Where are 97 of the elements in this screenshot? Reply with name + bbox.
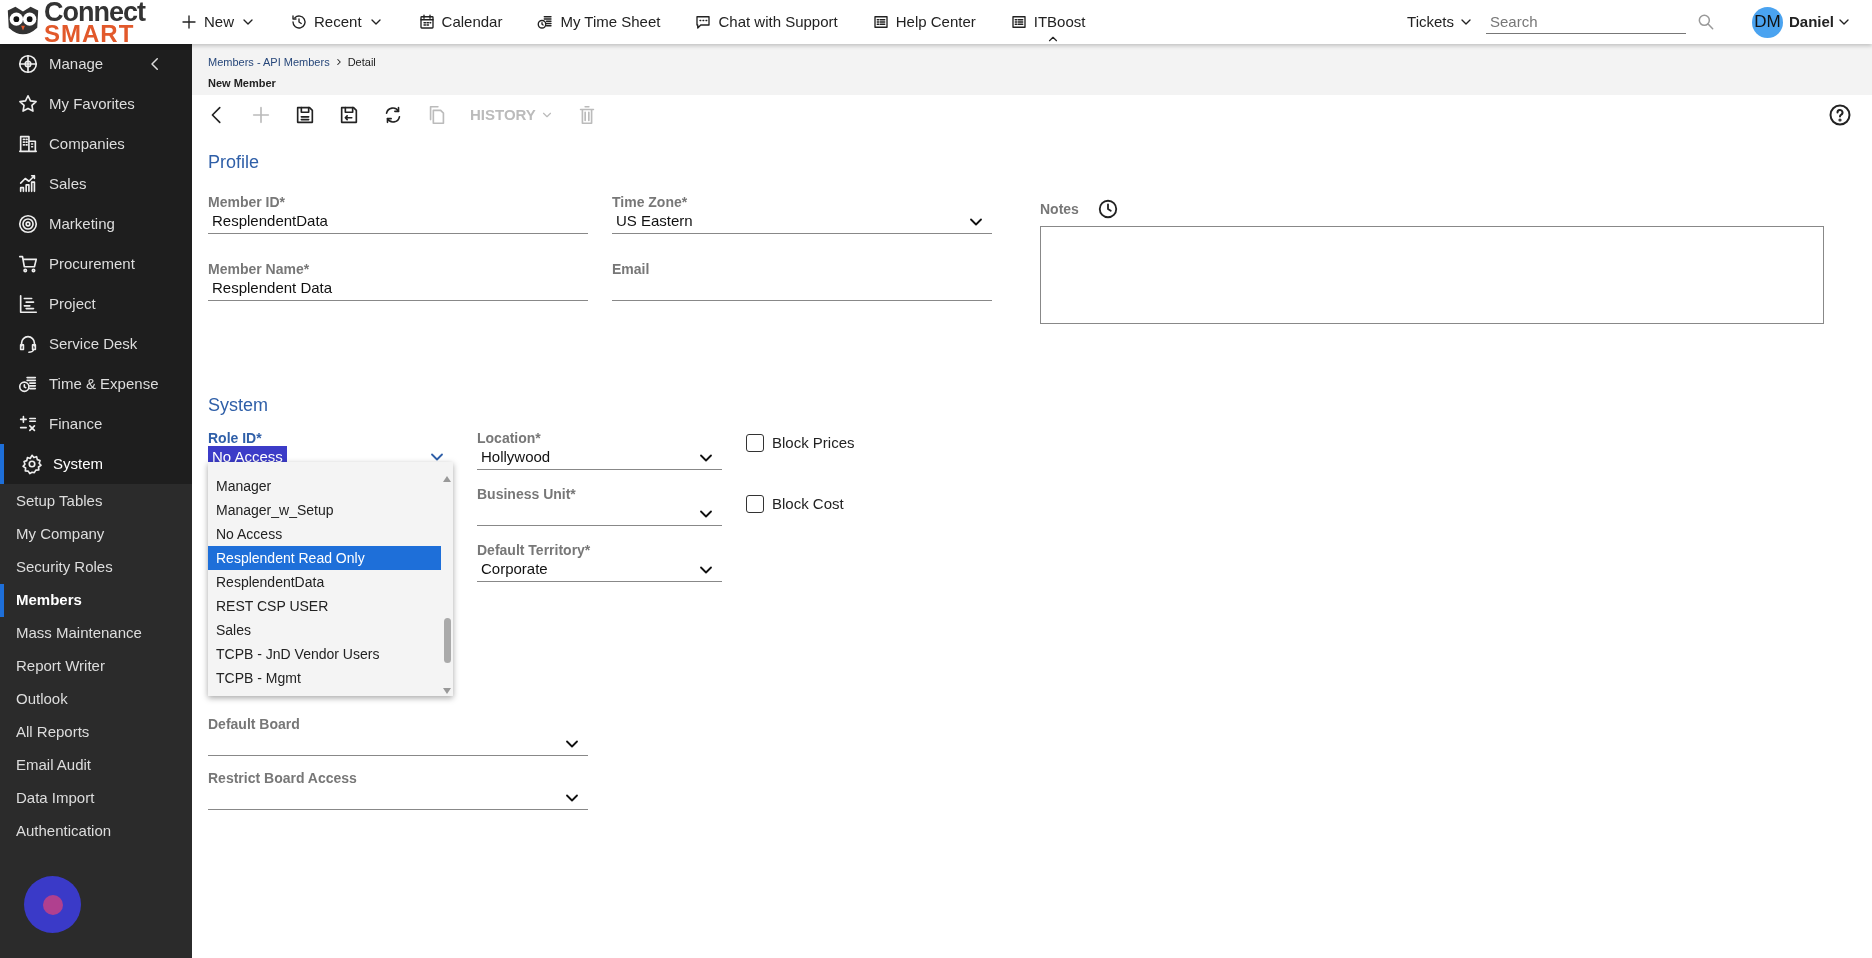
field-label: Notes <box>1040 199 1079 219</box>
scroll-up-icon <box>443 476 451 482</box>
select-field[interactable]: Corporate <box>477 558 722 582</box>
search-button[interactable] <box>1696 12 1716 32</box>
field-label: Restrict Board Access <box>208 769 358 786</box>
cart-icon <box>17 253 39 275</box>
sidebar-item[interactable]: Marketing <box>0 204 192 244</box>
sidebar-item[interactable]: Finance <box>0 404 192 444</box>
user-menu[interactable]: Daniel <box>1789 10 1852 34</box>
chat-icon <box>694 13 713 31</box>
save-close-icon <box>338 104 360 126</box>
sidebar-item[interactable]: System <box>0 444 192 484</box>
dropdown-option[interactable]: Sales <box>208 618 441 642</box>
building-icon <box>17 133 39 155</box>
dropdown-option[interactable]: Manager_w_Setup <box>208 498 441 522</box>
sidebar-subitem[interactable]: Data Import <box>0 782 192 815</box>
breadcrumb-link[interactable]: Members - API Members <box>208 54 330 71</box>
checkbox-label: Block Cost <box>772 493 844 514</box>
compass-icon <box>17 53 39 75</box>
sidebar-subitem[interactable]: Outlook <box>0 683 192 716</box>
sidebar-subitem[interactable]: Setup Tables <box>0 485 192 518</box>
plus-icon <box>250 104 272 126</box>
notes-field[interactable] <box>1040 226 1824 324</box>
section-heading: System <box>208 394 269 417</box>
nav-menu-item[interactable]: Recent <box>280 0 394 44</box>
nav-menu-item[interactable]: My Time Sheet <box>526 0 671 44</box>
list-icon <box>1009 13 1028 31</box>
clock-icon <box>1096 198 1119 220</box>
section-heading: Profile <box>208 151 261 174</box>
sidebar-subitem[interactable]: Members <box>0 584 192 617</box>
search-icon <box>1696 12 1716 32</box>
dropdown-option[interactable]: ResplendentData <box>208 570 441 594</box>
dropdown-option[interactable]: TCPB - JnD Vendor Users <box>208 642 441 666</box>
sidebar-item[interactable]: Time & Expense <box>0 364 192 404</box>
sidebar-item[interactable]: Service Desk <box>0 324 192 364</box>
checkbox-label: Block Prices <box>772 433 855 453</box>
sidebar-subitem[interactable]: All Reports <box>0 716 192 749</box>
sidebar-subitem[interactable]: My Company <box>0 518 192 551</box>
field-label: Member Name* <box>208 260 311 277</box>
nav-menu-item[interactable]: New <box>170 0 266 44</box>
avatar: DM <box>1752 6 1783 38</box>
nav-menu-item[interactable]: Calendar <box>407 0 513 44</box>
page-title: New Member <box>208 75 277 91</box>
sidebar-subitem[interactable]: Report Writer <box>0 650 192 683</box>
dropdown-option[interactable]: REST CSP USER <box>208 594 441 618</box>
floating-button[interactable] <box>24 876 81 933</box>
search-field[interactable]: Search <box>1486 10 1686 34</box>
nav-menu-item[interactable]: Chat with Support <box>684 0 848 44</box>
tickets-menu[interactable]: Tickets <box>1407 10 1474 34</box>
headset-icon <box>17 333 39 355</box>
plus-icon <box>180 13 198 31</box>
sidebar-item[interactable]: Companies <box>0 124 192 164</box>
calendar-icon <box>417 13 436 31</box>
sidebar-subitem[interactable]: Security Roles <box>0 551 192 584</box>
breadcrumb-current: Detail <box>347 55 376 70</box>
input-field[interactable]: ResplendentData <box>208 210 588 234</box>
save-icon <box>294 104 316 126</box>
dropdown-option[interactable]: No Access <box>208 522 441 546</box>
select-field[interactable]: Hollywood <box>477 446 722 470</box>
field-label: Business Unit* <box>477 485 577 502</box>
target-icon <box>17 213 39 235</box>
logo-text: Connect <box>44 0 145 24</box>
list-icon <box>871 13 890 31</box>
help-icon <box>1828 103 1852 127</box>
nav-menu-item[interactable]: ITBoost <box>999 0 1096 44</box>
help-button[interactable] <box>1828 103 1852 127</box>
logo-text: SMART <box>44 24 135 44</box>
field-label: Role ID* <box>208 429 263 446</box>
field-label: Time Zone* <box>612 193 689 210</box>
clock-list-icon <box>536 13 555 31</box>
checkbox[interactable] <box>746 494 764 513</box>
sidebar-item[interactable]: Procurement <box>0 244 192 284</box>
star-icon <box>17 93 39 115</box>
sidebar-item[interactable]: Sales <box>0 164 192 204</box>
sidebar-subitem[interactable]: Mass Maintenance <box>0 617 192 650</box>
select-field[interactable]: US Eastern <box>612 210 992 234</box>
dropdown-option[interactable]: Manager <box>208 474 441 498</box>
field-label: Default Territory* <box>477 541 592 558</box>
sidebar-subitem[interactable]: Email Audit <box>0 749 192 782</box>
scroll-down-icon <box>443 688 451 694</box>
dropdown-option[interactable]: Resplendent Read Only <box>208 546 441 570</box>
history-icon <box>290 13 308 31</box>
sidebar-item[interactable]: Manage <box>0 44 192 84</box>
field-label: Email <box>612 260 651 277</box>
gantt-icon <box>17 293 39 315</box>
sidebar-item[interactable]: Project <box>0 284 192 324</box>
input-field[interactable]: Resplendent Data <box>208 277 588 301</box>
field-label: Default Board <box>208 715 301 732</box>
dropdown-option[interactable]: TCPB - Mgmt <box>208 666 441 690</box>
sidebar-item[interactable]: My Favorites <box>0 84 192 124</box>
field-label: Location* <box>477 429 542 446</box>
sidebar-subitem[interactable]: Authentication <box>0 815 192 848</box>
scrollbar-thumb[interactable] <box>443 617 451 663</box>
checkbox[interactable] <box>746 434 764 453</box>
field-label: Member ID* <box>208 193 287 210</box>
nav-menu-item[interactable]: Help Center <box>861 0 986 44</box>
settings-icon <box>21 453 43 475</box>
